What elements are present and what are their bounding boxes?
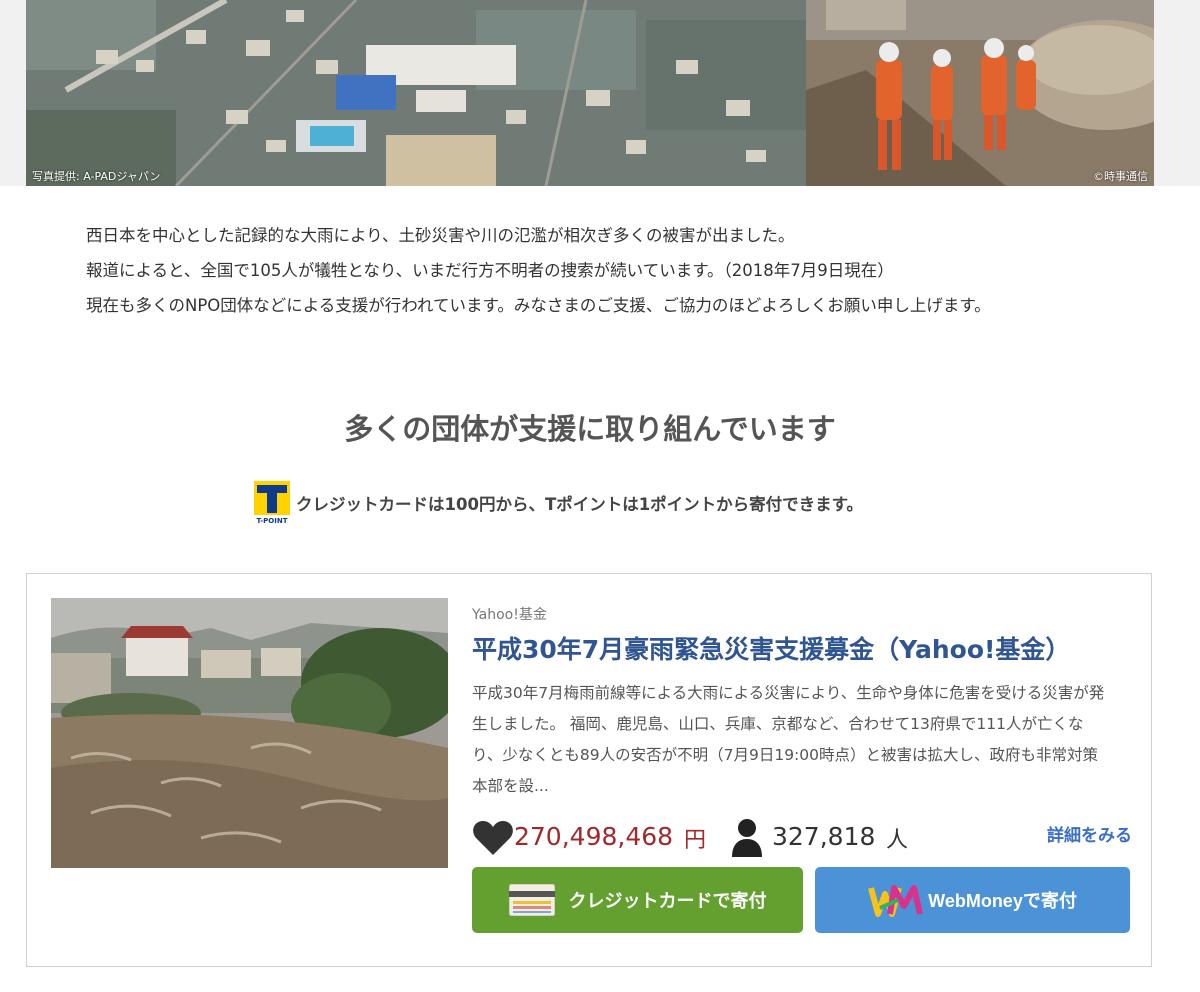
flood-aerial-photo: 写真提供: A-PADジャパン	[26, 0, 806, 186]
credit-card-icon	[508, 884, 555, 916]
photo-credit-right: ©時事通信	[1093, 170, 1148, 183]
page: 写真提供: A-PADジャパン ©時事通信 西日本を中心とした記録的な大雨により…	[0, 0, 1200, 992]
fund-card: Yahoo!基金 平成30年7月豪雨緊急災害支援募金（Yahoo!基金） 平成3…	[26, 573, 1152, 967]
webmoney-logo	[868, 885, 924, 917]
tpoint-note: クレジットカードは100円から、Tポイントは1ポイントから寄付できます。	[296, 495, 864, 514]
webmoney-donate-button[interactable]: WebMoneyで寄付	[815, 867, 1130, 933]
fund-organization: Yahoo!基金	[472, 607, 547, 623]
photo-credit-left: 写真提供: A-PADジャパン	[32, 170, 161, 183]
tpoint-logo-icon: T-POINT	[254, 481, 290, 525]
tpoint-notice: T-POINT クレジットカードは100円から、Tポイントは1ポイントから寄付で…	[254, 481, 863, 525]
rescue-workers-photo: ©時事通信	[806, 0, 1154, 186]
intro-line-2: 報道によると、全国で105人が犠牲となり、いまだ行方不明者の捜索が続いています。…	[86, 261, 894, 280]
left-gutter	[0, 0, 26, 186]
person-icon	[732, 819, 762, 857]
intro-text: 西日本を中心とした記録的な大雨により、土砂災害や川の氾濫が相次ぎ多くの被害が出ま…	[86, 218, 1096, 323]
tpoint-logo-text: T-POINT	[257, 517, 288, 525]
donation-amount: 270,498,468	[514, 822, 674, 851]
hero-banner: 写真提供: A-PADジャパン ©時事通信	[26, 0, 1154, 186]
flood-river-photo	[51, 598, 461, 868]
rescue-workers-illustration	[806, 0, 1154, 186]
intro-line-3: 現在も多くのNPO団体などによる支援が行われています。みなさまのご支援、ご協力の…	[86, 296, 991, 315]
right-gutter	[1154, 0, 1200, 186]
heart-icon	[473, 821, 513, 855]
flood-aerial-illustration	[26, 0, 806, 186]
section-heading: 多くの団体が支援に取り組んでいます	[344, 412, 836, 446]
flood-river-illustration	[51, 598, 461, 868]
fund-title[interactable]: 平成30年7月豪雨緊急災害支援募金（Yahoo!基金）	[472, 630, 1132, 666]
details-link[interactable]: 詳細をみる	[1047, 821, 1132, 846]
fund-stats: 270,498,468 円 327,818 人 詳細をみる	[472, 817, 1132, 861]
fund-details: Yahoo!基金 平成30年7月豪雨緊急災害支援募金（Yahoo!基金） 平成3…	[472, 604, 1132, 802]
fund-description: 平成30年7月梅雨前線等による大雨による災害により、生命や身体に危害を受ける災害…	[472, 684, 1105, 795]
webmoney-donate-label: WebMoneyで寄付	[928, 891, 1077, 911]
credit-card-donate-label: クレジットカードで寄付	[568, 891, 767, 911]
tpoint-logo: T-POINT	[254, 481, 290, 525]
supporter-count-unit: 人	[886, 828, 909, 853]
supporter-count: 327,818	[772, 822, 876, 851]
credit-card-donate-button[interactable]: クレジットカードで寄付	[472, 867, 803, 933]
donation-amount-unit: 円	[684, 828, 707, 853]
intro-line-1: 西日本を中心とした記録的な大雨により、土砂災害や川の氾濫が相次ぎ多くの被害が出ま…	[86, 226, 795, 245]
